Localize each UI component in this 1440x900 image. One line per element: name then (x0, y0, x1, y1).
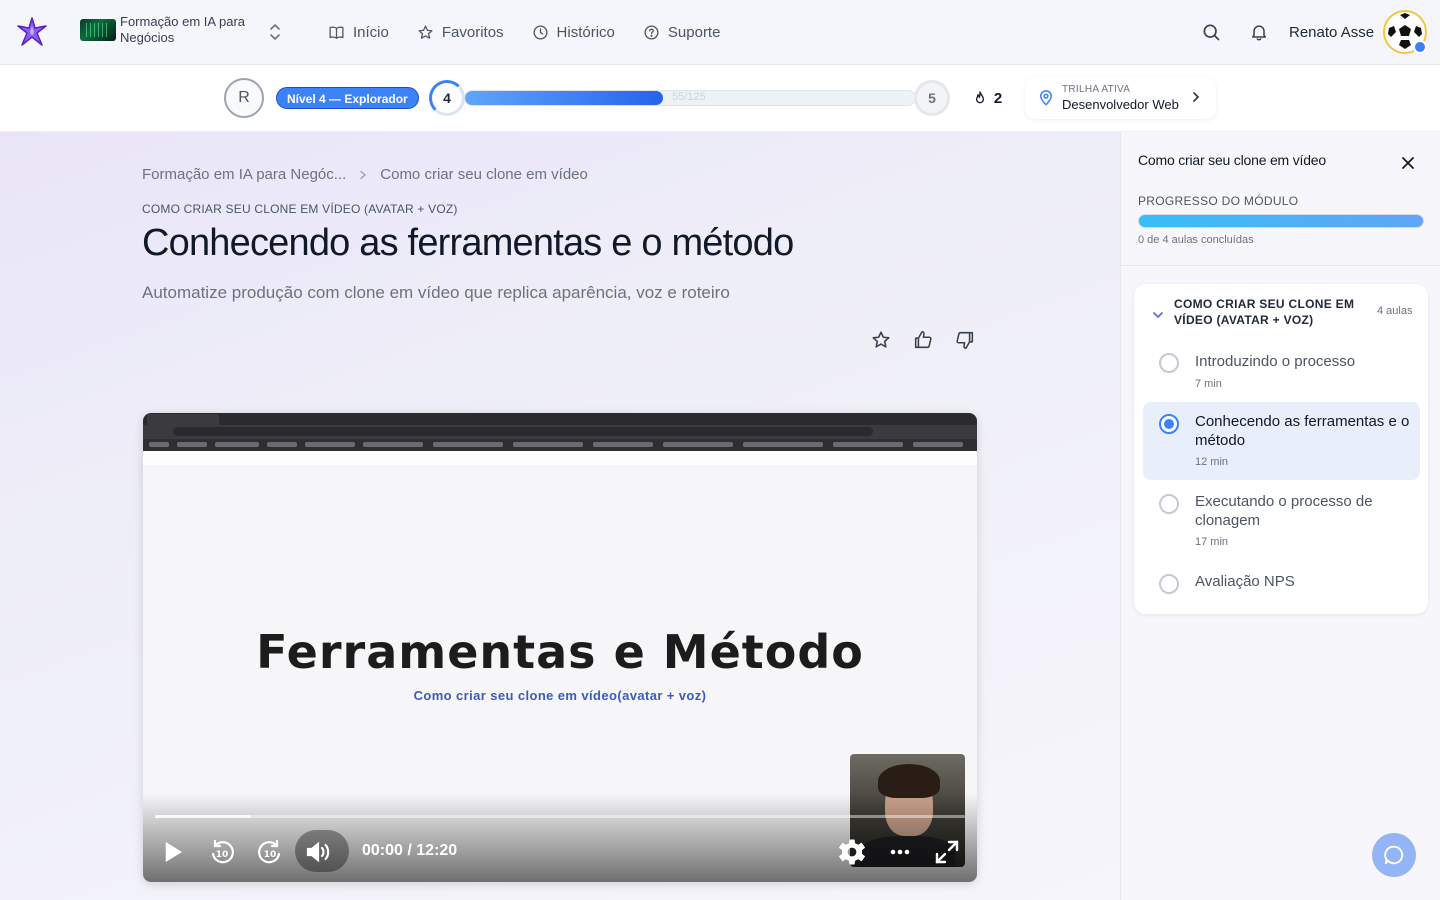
lesson-status-radio (1159, 494, 1179, 514)
lesson-title: Conhecendo as ferramentas e o método (142, 222, 794, 264)
breadcrumb: Formação em IA para Negóc... Como criar … (142, 166, 588, 183)
search-icon[interactable] (1201, 22, 1221, 42)
lesson-status-radio (1159, 414, 1179, 434)
module-title[interactable]: COMO CRIAR SEU CLONE EM VÍDEO (AVATAR + … (1174, 296, 1364, 328)
lesson-item[interactable]: Avaliação NPS (1143, 562, 1420, 602)
recorded-page-header (143, 451, 977, 465)
nav-favoritos-label: Favoritos (441, 23, 504, 41)
forward-seconds-label: 10 (264, 850, 277, 860)
lesson-name: Avaliação NPS (1195, 573, 1295, 590)
lesson-item[interactable]: Introduzindo o processo 7 min (1143, 344, 1420, 400)
lesson-duration: 12 min (1195, 456, 1229, 468)
thumbs-down-icon[interactable] (954, 329, 976, 351)
nav-historico[interactable]: Histórico (532, 20, 615, 44)
chevron-right-icon (1193, 92, 1200, 102)
slide-title: Ferramentas e Método (256, 625, 864, 679)
org-thumbnail (80, 19, 116, 41)
lesson-count: 4 aulas (1377, 305, 1413, 317)
thumbs-up-icon[interactable] (912, 329, 934, 351)
nav-inicio[interactable]: Início (328, 20, 389, 44)
breadcrumb-course[interactable]: Formação em IA para Negóc... (142, 166, 346, 183)
fullscreen-icon[interactable] (932, 837, 962, 867)
lesson-duration: 7 min (1195, 378, 1222, 390)
settings-gear-icon[interactable] (837, 837, 867, 867)
user-name[interactable]: Renato Asse (1289, 24, 1374, 41)
trail-label: TRILHA ATIVA (1062, 84, 1131, 95)
lesson-status-radio (1159, 574, 1179, 594)
breadcrumb-module[interactable]: Como criar seu clone em vídeo (380, 166, 588, 183)
help-circle-icon (644, 24, 659, 40)
lesson-actions (870, 329, 976, 351)
streak-count: 2 (993, 89, 1003, 107)
forward-10-icon[interactable]: 10 (255, 837, 285, 867)
nav-inicio-label: Início (353, 23, 389, 41)
xp-progress-fill (465, 91, 663, 105)
app-logo-icon[interactable] (14, 14, 50, 50)
rewind-10-icon[interactable]: 10 (207, 837, 237, 867)
lesson-status-radio (1159, 353, 1179, 373)
streak-counter[interactable]: 2 (960, 78, 1014, 118)
user-initial-badge[interactable]: R (224, 78, 264, 118)
next-level-badge: 5 (914, 80, 950, 116)
bell-icon[interactable] (1249, 22, 1269, 42)
current-time: 00:00 (362, 842, 403, 859)
lesson-name: Conhecendo as ferramentas e o método (1195, 413, 1410, 449)
trail-value: Desenvolvedor Web (1062, 97, 1179, 112)
lesson-name: Introduzindo o processo (1195, 353, 1356, 370)
video-player[interactable]: Ferramentas e Método Como criar seu clon… (143, 413, 977, 882)
close-icon[interactable] (1401, 156, 1415, 170)
module-lessons-card: COMO CRIAR SEU CLONE EM VÍDEO (AVATAR + … (1134, 284, 1428, 614)
org-switcher[interactable]: Formação em IA para Negócios (80, 14, 260, 46)
module-sidebar-header: Como criar seu clone em vídeo PROGRESSO … (1121, 132, 1440, 266)
flame-icon (975, 91, 984, 104)
book-icon (329, 25, 344, 39)
current-level-badge: 4 (429, 80, 465, 116)
module-eyebrow: COMO CRIAR SEU CLONE EM VÍDEO (AVATAR + … (142, 202, 458, 216)
nav-favoritos[interactable]: Favoritos (417, 20, 504, 44)
recorded-browser-url (173, 427, 873, 436)
org-name: Formação em IA para Negócios (120, 14, 245, 45)
play-icon[interactable] (157, 837, 187, 867)
lesson-content: Formação em IA para Negóc... Como criar … (0, 132, 1120, 900)
video-time: 00:00 / 12:20 (362, 842, 457, 860)
favorite-star-icon[interactable] (870, 329, 892, 351)
nav-suporte[interactable]: Suporte (643, 20, 721, 44)
chevron-right-icon (360, 170, 367, 179)
recorded-browser-tabs (143, 413, 977, 425)
module-progress-track (1138, 214, 1424, 228)
more-options-icon[interactable] (885, 837, 915, 867)
star-icon (418, 24, 433, 39)
chevron-up-down-icon[interactable] (268, 22, 282, 42)
module-sidebar: Como criar seu clone em vídeo PROGRESSO … (1120, 132, 1440, 900)
lesson-name: Executando o processo de clonagem (1195, 493, 1373, 529)
main-nav: Início Favoritos Histórico Suporte (328, 20, 748, 44)
map-pin-icon (1039, 90, 1053, 106)
duration: / 12:20 (407, 842, 458, 859)
lesson-duration: 17 min (1195, 536, 1229, 548)
volume-icon[interactable] (303, 837, 333, 867)
xp-progress-text: 55/125 (672, 91, 706, 103)
video-buffer-bar (155, 815, 251, 818)
chat-button[interactable] (1372, 833, 1416, 877)
rewind-seconds-label: 10 (216, 850, 229, 860)
level-progress-bar: R Nível 4 — Explorador 55/125 4 5 2 TRIL… (0, 65, 1440, 132)
lesson-item[interactable]: Executando o processo de clonagem 17 min (1143, 482, 1420, 558)
top-navbar: Formação em IA para Negócios Início Favo… (0, 0, 1440, 65)
module-progress-fill (1139, 215, 1423, 227)
level-badge: Nível 4 — Explorador (276, 87, 419, 109)
video-seek-bar[interactable] (155, 815, 965, 818)
lesson-subtitle: Automatize produção com clone em vídeo q… (142, 283, 730, 302)
chevron-down-icon[interactable] (1151, 308, 1165, 322)
nav-suporte-label: Suporte (667, 23, 721, 41)
slide-subtitle: Como criar seu clone em vídeo(avatar + v… (413, 688, 707, 703)
clock-icon (533, 24, 548, 40)
module-completed-count: 0 de 4 aulas concluídas (1138, 234, 1254, 246)
chat-bubble-icon (1384, 845, 1404, 865)
module-progress-label: PROGRESSO DO MÓDULO (1138, 194, 1299, 208)
active-trail-card[interactable]: TRILHA ATIVA Desenvolvedor Web (1025, 77, 1216, 119)
lesson-item-active[interactable]: Conhecendo as ferramentas e o método 12 … (1143, 402, 1420, 480)
nav-historico-label: Histórico (556, 23, 615, 41)
online-status-dot (1413, 40, 1427, 54)
module-sidebar-title: Como criar seu clone em vídeo (1138, 152, 1326, 168)
